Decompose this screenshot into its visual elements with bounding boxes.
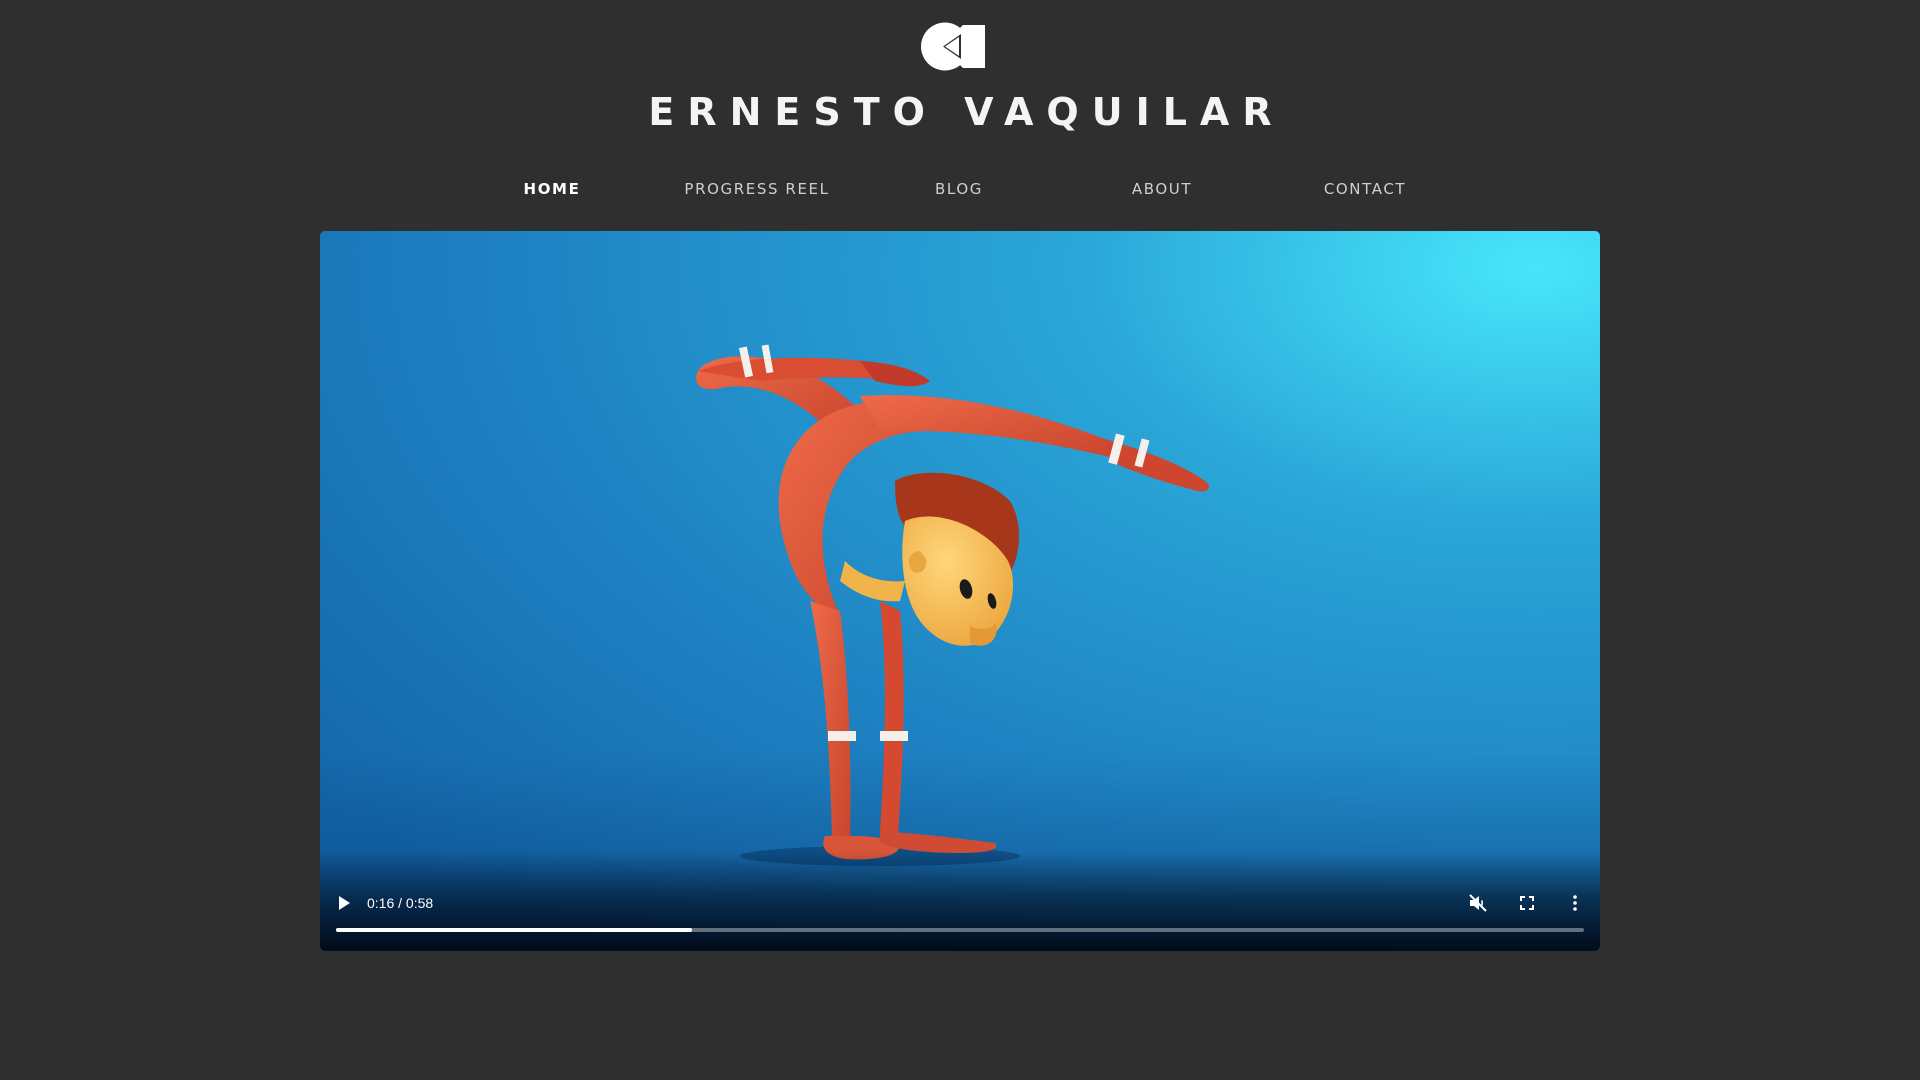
more-options-button[interactable] (1563, 891, 1587, 915)
progress-fill (336, 928, 692, 932)
main-nav: HOME PROGRESS REEL BLOG ABOUT CONTACT (452, 178, 1472, 200)
site-title: ERNESTO VAQUILAR (648, 90, 1285, 134)
camera-play-logo-icon[interactable] (921, 22, 986, 71)
time-display: 0:16 / 0:58 (367, 895, 434, 911)
more-vertical-icon (1573, 895, 1577, 911)
nav-item-home[interactable]: HOME (452, 178, 652, 200)
muted-speaker-icon (1469, 894, 1487, 912)
play-icon (339, 896, 350, 910)
play-button[interactable] (332, 891, 356, 915)
mute-button[interactable] (1466, 891, 1490, 915)
fullscreen-icon (1520, 896, 1534, 910)
nav-item-blog[interactable]: BLOG (859, 178, 1059, 200)
fullscreen-button[interactable] (1515, 891, 1539, 915)
controls-gradient (320, 851, 1600, 951)
nav-item-about[interactable]: ABOUT (1062, 178, 1262, 200)
progress-bar[interactable] (336, 928, 1584, 932)
nav-item-contact[interactable]: CONTACT (1265, 178, 1465, 200)
video-frame (320, 231, 1600, 951)
page: ERNESTO VAQUILAR HOME PROGRESS REEL BLOG… (0, 0, 1920, 1080)
video-player[interactable]: 0:16 / 0:58 (320, 231, 1600, 951)
nav-item-progress-reel[interactable]: PROGRESS REEL (657, 178, 857, 200)
